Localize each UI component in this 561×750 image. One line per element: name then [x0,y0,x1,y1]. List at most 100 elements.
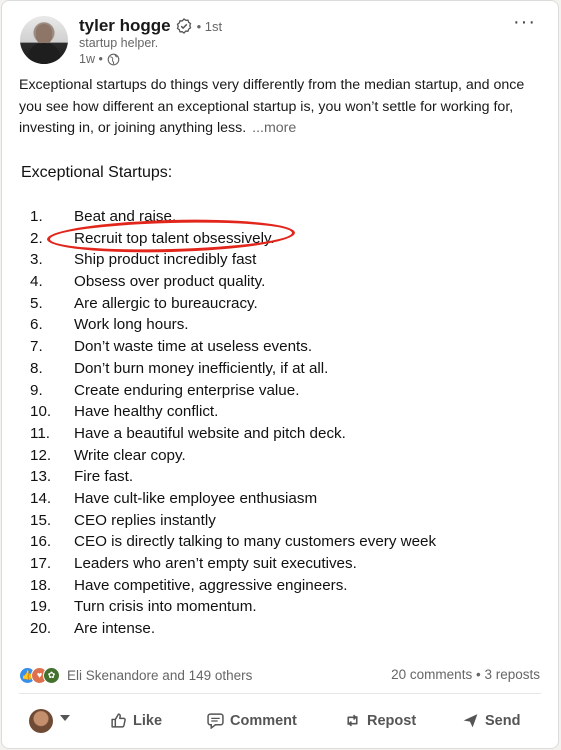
avatar-body [28,43,60,64]
author-avatar[interactable] [20,16,68,64]
startup-list-item: 13. Fire fast. [30,466,436,488]
count-separator: • [475,667,481,682]
list-item-number: 18. [30,576,52,594]
startup-list-item: 9. Create enduring enterprise value. [30,380,436,402]
startup-list-item: 5. Are allergic to bureaucracy. [30,293,436,315]
author-tagline: startup helper. [79,36,159,50]
list-item-text: Recruit top talent obsessively. [74,229,275,247]
post-image[interactable]: Exceptional Startups: 1. Beat and raise. 2… [10,151,550,656]
chevron-down-icon[interactable] [60,715,70,721]
list-item-number: 6. [30,316,43,334]
social-proof[interactable]: 👍 ♥ ✿ Eli Skenandore and 149 others [19,667,252,684]
list-item-number: 11. [30,424,50,442]
comments-count[interactable]: 20 comments [391,667,472,682]
startup-list: 1. Beat and raise. 2. Recruit top talent ob… [30,206,436,640]
comment-icon [207,713,224,729]
comment-label: Comment [230,712,297,729]
startup-list-item: 8. Don’t burn money inefficiently, if at … [30,358,436,380]
like-button[interactable]: Like [110,712,162,729]
reactor-summary[interactable]: Eli Skenandore and 149 others [67,668,252,683]
list-item-text: CEO is directly talking to many customer… [74,533,437,551]
list-item-text: Are intense. [74,620,156,638]
list-item-text: Write clear copy. [74,446,186,464]
thumbs-up-icon [111,713,126,728]
list-item-number: 19. [30,598,52,616]
comment-button[interactable]: Comment [207,712,297,729]
startup-list-item: 20. Are intense. [30,618,436,640]
list-item-text: Have healthy conflict. [74,403,219,421]
list-item-text: Create enduring enterprise value. [74,381,300,399]
reaction-icons[interactable]: 👍 ♥ ✿ [19,667,61,684]
list-item-number: 20. [30,620,52,638]
list-item-text: Leaders who aren’t empty suit executives… [74,555,357,572]
list-item-number: 3. [30,251,43,269]
list-item-number: 5. [30,294,43,312]
list-item-number: 17. [30,555,52,572]
globe-icon [107,53,120,65]
reaction-identity-avatar[interactable] [29,709,53,733]
list-item-number: 13. [30,468,52,486]
see-more-link[interactable]: ...more [252,120,296,136]
startup-list-item: 1. Beat and raise. [30,206,436,228]
connection-degree: • 1st [196,18,223,34]
author-name-row: tyler hogge • 1st [79,16,222,36]
list-item-number: 12. [30,446,52,464]
startup-list-item: 7. Don’t waste time at useless events. [30,336,436,358]
list-item-text: Don’t waste time at useless events. [74,338,313,356]
list-item-number: 4. [30,273,43,291]
post-body: Exceptional startups do things very diff… [19,75,547,140]
list-item-number: 10. [30,403,52,421]
avatar-head [36,24,52,44]
list-item-number: 1. [30,208,43,225]
list-item-number: 16. [30,533,52,551]
image-title: Exceptional Startups: [21,164,173,181]
post-card: tyler hogge • 1st startup helper. 1w • ·… [1,0,559,749]
send-icon [463,714,478,728]
insightful-reaction-icon: ✿ [43,667,60,684]
engagement-counts: 20 comments • 3 reposts [391,667,540,682]
post-meta: 1w • [79,52,120,66]
repost-button[interactable]: Repost [344,712,416,729]
list-item-text: Have cult-like employee enthusiasm [74,489,318,507]
repost-icon [347,714,358,727]
startup-list-item: 15. CEO replies instantly [30,510,436,532]
list-item-text: CEO replies instantly [74,511,216,529]
list-item-number: 7. [30,338,43,356]
list-item-text: Have a beautiful website and pitch deck. [74,424,346,442]
list-item-number: 8. [30,359,43,377]
startup-list-item: 6. Work long hours. [30,314,436,336]
list-item-number: 9. [30,381,43,399]
more-options-icon[interactable]: ··· [513,11,536,34]
send-label: Send [485,712,521,729]
list-item-number: 14. [30,489,52,507]
startup-list-item: 18. Have competitive, aggressive engineer… [30,575,436,597]
list-item-number: 2. [30,229,43,247]
startup-list-item: 19. Turn crisis into momentum. [30,596,436,618]
list-item-number: 15. [30,511,52,529]
send-button[interactable]: Send [462,712,520,729]
startup-list-item: 12. Write clear copy. [30,445,436,467]
like-label: Like [133,712,163,729]
list-item-text: Ship product incredibly fast [74,251,257,269]
list-item-text: Fire fast. [74,468,134,486]
startup-list-item: 4. Obsess over product quality. [30,271,436,293]
startup-list-item: 17. Leaders who aren’t empty suit executi… [30,553,436,575]
startup-list-item: 2. Recruit top talent obsessively. [30,228,436,250]
startup-list-item: 10. Have healthy conflict. [30,401,436,423]
list-item-text: Work long hours. [74,316,189,334]
list-item-text: Obsess over product quality. [74,273,266,291]
startup-list-item: 3. Ship product incredibly fast [30,249,436,271]
action-divider [19,693,541,694]
startup-list-item: 14. Have cult-like employee enthusiasm [30,488,436,510]
list-item-text: Have competitive, aggressive engineers. [74,576,348,594]
list-item-text: Turn crisis into momentum. [74,598,257,616]
author-name[interactable]: tyler hogge [79,16,171,36]
list-item-text: Don’t burn money inefficiently, if at al… [74,359,329,377]
verified-icon [176,18,191,34]
list-item-text: Beat and raise. [74,208,177,225]
action-bar: Like Comment Repost Send [2,703,558,739]
startup-list-item: 11. Have a beautiful website and pitch de… [30,423,436,445]
reposts-count[interactable]: 3 reposts [484,667,540,682]
post-time: 1w • [79,52,103,66]
list-item-text: Are allergic to bureaucracy. [74,294,258,312]
